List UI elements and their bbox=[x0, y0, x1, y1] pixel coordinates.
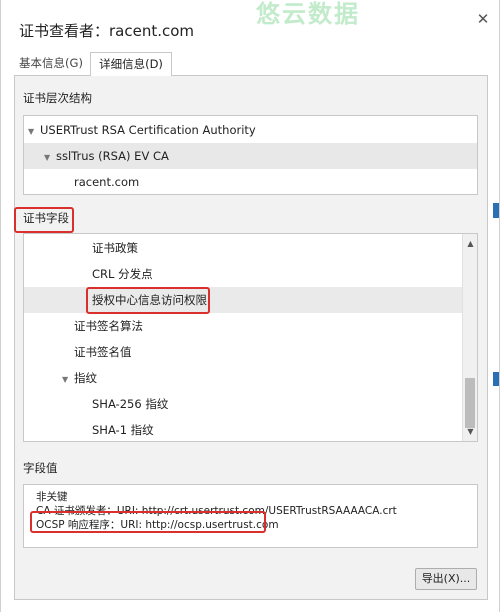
hierarchy-item-intermediate[interactable]: ▼ sslTrus (RSA) EV CA bbox=[24, 143, 477, 169]
field-row-crl[interactable]: CRL 分发点 bbox=[24, 261, 464, 287]
tab-bar: 基本信息(G) 详细信息(D) bbox=[14, 52, 488, 77]
field-row-fingerprint[interactable]: ▼ 指纹 bbox=[24, 365, 464, 391]
hierarchy-tree: ▼ USERTrust RSA Certification Authority ▼… bbox=[23, 115, 478, 195]
field-row-aia[interactable]: 授权中心信息访问权限 bbox=[24, 287, 464, 313]
fields-label: 证书字段 bbox=[23, 211, 69, 225]
field-row-cert-policy[interactable]: 证书政策 bbox=[24, 235, 464, 261]
scroll-up-arrow-icon[interactable]: ▲ bbox=[463, 236, 477, 251]
tab-detail-info[interactable]: 详细信息(D) bbox=[90, 52, 172, 77]
field-row-sha1[interactable]: SHA-1 指纹 bbox=[24, 417, 464, 441]
field-row-label: 指纹 bbox=[74, 371, 97, 385]
certificate-viewer-dialog: 悠云数据 证书查看者：racent.com ✕ 基本信息(G) 详细信息(D) … bbox=[0, 0, 500, 612]
field-value-label: 字段值 bbox=[23, 461, 58, 475]
dialog-title: 证书查看者：racent.com bbox=[19, 22, 195, 40]
scroll-down-arrow-icon[interactable]: ▼ bbox=[463, 424, 477, 439]
field-value-line: 非关键 bbox=[36, 491, 68, 503]
field-value-line: CA 证书颁发者：URI: http://crt.usertrust.com/U… bbox=[36, 505, 397, 517]
tab-basic-info[interactable]: 基本信息(G) bbox=[14, 52, 88, 76]
hierarchy-item-label: racent.com bbox=[74, 175, 140, 189]
expand-triangle-icon[interactable]: ▼ bbox=[62, 367, 74, 393]
hierarchy-item-leaf[interactable]: racent.com bbox=[24, 169, 477, 195]
watermark: 悠云数据 bbox=[256, 0, 360, 28]
expand-triangle-icon[interactable]: ▼ bbox=[44, 145, 56, 171]
field-row-sig-value[interactable]: 证书签名值 bbox=[24, 339, 464, 365]
scroll-thumb[interactable] bbox=[465, 378, 475, 428]
close-icon[interactable]: ✕ bbox=[474, 10, 492, 28]
hierarchy-item-label: USERTrust RSA Certification Authority bbox=[40, 123, 256, 137]
background-window-edge bbox=[493, 203, 499, 218]
background-window-edge bbox=[493, 372, 499, 386]
hierarchy-label: 证书层次结构 bbox=[23, 91, 92, 105]
field-value-line: OCSP 响应程序：URI: http://ocsp.usertrust.com bbox=[36, 519, 279, 531]
hierarchy-item-root[interactable]: ▼ USERTrust RSA Certification Authority bbox=[24, 117, 477, 143]
expand-triangle-icon[interactable]: ▼ bbox=[28, 119, 40, 145]
fields-scrollbar[interactable]: ▲ ▼ bbox=[462, 234, 477, 441]
field-row-sig-algorithm[interactable]: 证书签名算法 bbox=[24, 313, 464, 339]
field-value-box[interactable]: 非关键 CA 证书颁发者：URI: http://crt.usertrust.c… bbox=[23, 484, 478, 548]
fields-list: 证书政策 CRL 分发点 授权中心信息访问权限 证书签名算法 证书签名值 ▼ 指纹… bbox=[23, 233, 478, 442]
hierarchy-item-label: sslTrus (RSA) EV CA bbox=[56, 149, 169, 163]
export-button[interactable]: 导出(X)... bbox=[415, 568, 477, 590]
field-row-sha256[interactable]: SHA-256 指纹 bbox=[24, 391, 464, 417]
